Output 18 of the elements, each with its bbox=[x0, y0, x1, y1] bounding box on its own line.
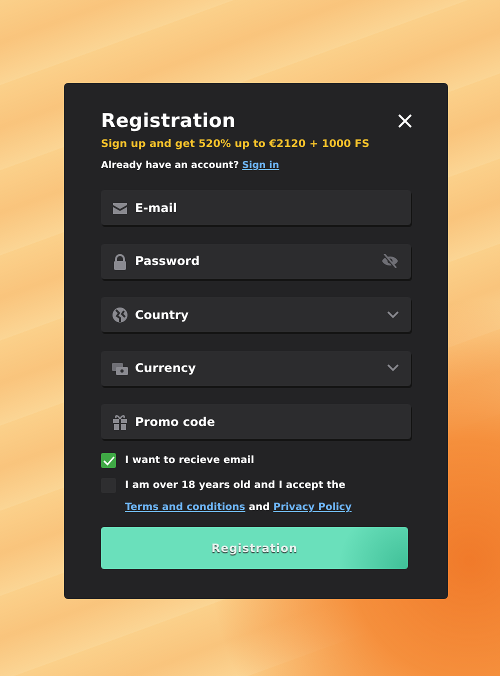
checkbox[interactable] bbox=[101, 453, 116, 468]
chevron-down-icon bbox=[387, 310, 399, 318]
chevron-down-icon bbox=[387, 364, 399, 372]
input-field[interactable]: E-mail bbox=[101, 190, 411, 225]
select-field[interactable]: Currency bbox=[101, 350, 411, 386]
close-icon[interactable] bbox=[398, 114, 412, 128]
bonus-offer: Sign up and get 520% up to €2120 + 1000 FS bbox=[101, 138, 370, 150]
input-field[interactable]: Password bbox=[101, 244, 411, 278]
account-prompt: Already have an account? bbox=[101, 160, 239, 171]
policy-link[interactable]: Privacy Policy bbox=[273, 502, 352, 513]
select-field[interactable]: Country bbox=[101, 297, 411, 332]
eye-off-icon[interactable] bbox=[381, 254, 399, 268]
input-field[interactable]: Promo code bbox=[101, 404, 411, 439]
policy-link[interactable]: Terms and conditions bbox=[125, 502, 246, 513]
dialog-title: Registration bbox=[101, 110, 236, 132]
checkbox-label: I want to recieve email bbox=[125, 454, 254, 468]
sign-in-link[interactable]: Sign in bbox=[242, 160, 280, 171]
checkbox-label: I am over 18 years old and I accept the Terms and conditions and Privacy Policy bbox=[125, 479, 353, 515]
